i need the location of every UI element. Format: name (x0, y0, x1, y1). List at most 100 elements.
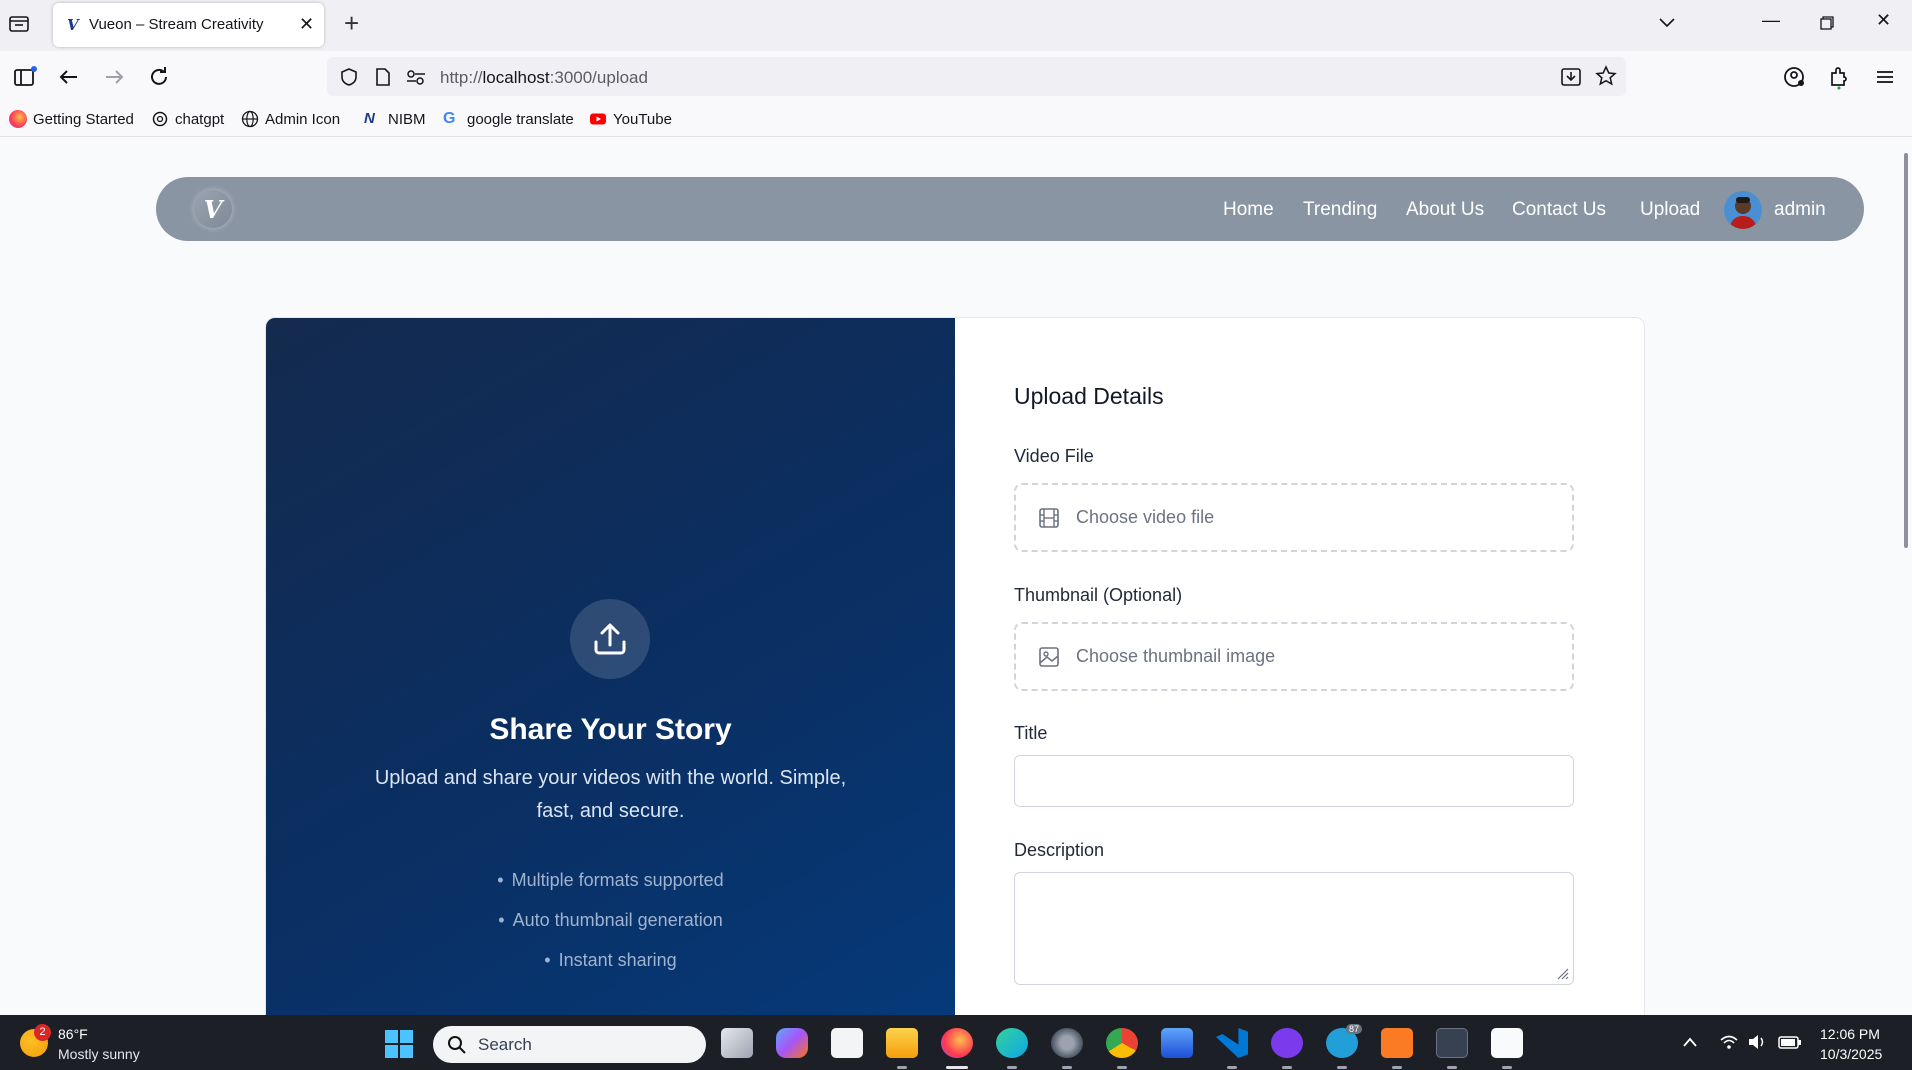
url-path: :3000/upload (549, 68, 648, 87)
weather-temperature[interactable]: 86°F (58, 1026, 88, 1042)
resize-handle-icon[interactable] (1555, 966, 1569, 980)
telegram-badge: 87 (1346, 1024, 1363, 1034)
weather-description[interactable]: Mostly sunny (58, 1046, 140, 1062)
bookmark-label: YouTube (613, 110, 672, 128)
chevron-up-icon[interactable] (1682, 1036, 1698, 1048)
back-arrow-icon[interactable] (56, 64, 82, 90)
running-indicator (1502, 1066, 1512, 1069)
bookmark-google-translate[interactable]: G google translate (443, 110, 574, 128)
description-textarea[interactable] (1014, 872, 1574, 985)
edge-icon[interactable] (996, 1028, 1028, 1058)
firefox-taskbar-icon[interactable] (941, 1028, 973, 1058)
browser-tab-active[interactable]: V Vueon – Stream Creativity ✕ (53, 3, 324, 47)
running-indicator (1282, 1066, 1292, 1069)
tab-list-icon[interactable] (8, 13, 30, 35)
minimize-icon[interactable]: — (1762, 10, 1780, 31)
bookmark-getting-started[interactable]: Getting Started (9, 110, 134, 128)
restore-icon[interactable] (1820, 16, 1834, 30)
running-indicator (1447, 1066, 1457, 1069)
close-window-icon[interactable]: ✕ (1876, 10, 1891, 31)
task-view-icon[interactable] (721, 1028, 753, 1058)
settings-gear-icon[interactable] (1051, 1028, 1083, 1058)
google-icon: G (443, 110, 456, 127)
chevron-down-icon[interactable] (1657, 13, 1677, 33)
windows-start-icon[interactable] (384, 1029, 414, 1059)
youtube-icon (590, 113, 606, 125)
xampp-icon[interactable] (1381, 1028, 1413, 1058)
photos-icon[interactable] (1161, 1028, 1193, 1058)
nav-link-about-us[interactable]: About Us (1406, 199, 1484, 221)
wifi-icon[interactable] (1719, 1033, 1739, 1051)
browser-nav-bar: http://localhost:3000/upload (0, 51, 1912, 102)
shield-icon[interactable] (339, 67, 359, 87)
thumbnail-placeholder: Choose thumbnail image (1076, 646, 1276, 666)
bookmark-chatgpt[interactable]: chatgpt (151, 110, 224, 128)
thumbnail-label: Thumbnail (Optional) (1014, 585, 1183, 605)
bookmark-star-icon[interactable] (1595, 65, 1617, 87)
terminal-icon[interactable] (1436, 1028, 1468, 1058)
clock-date[interactable]: 10/3/2025 (1820, 1046, 1882, 1062)
page-scrollbar[interactable] (1904, 153, 1908, 548)
bookmarks-bar: Getting Started chatgpt Admin Icon N NIB… (0, 102, 1912, 137)
chatgpt-icon (152, 111, 168, 127)
extensions-icon[interactable] (1826, 64, 1852, 90)
bookmark-label: chatgpt (175, 110, 225, 128)
permissions-icon[interactable] (405, 67, 427, 87)
bookmark-label: Getting Started (33, 110, 134, 128)
page-icon[interactable] (374, 67, 392, 87)
github-desktop-icon[interactable] (1271, 1028, 1303, 1058)
bookmark-youtube[interactable]: YouTube (589, 110, 672, 128)
reload-icon[interactable] (146, 64, 172, 90)
taskbar-search-placeholder: Search (478, 1035, 532, 1054)
account-icon[interactable] (1781, 64, 1807, 90)
user-avatar-icon (1729, 197, 1757, 229)
vscode-icon[interactable] (1216, 1028, 1248, 1058)
search-icon (448, 1036, 466, 1054)
running-indicator (1392, 1066, 1402, 1069)
thumbnail-file-picker[interactable]: Choose thumbnail image (1014, 622, 1574, 691)
snipping-tool-icon[interactable] (1491, 1028, 1523, 1058)
forward-arrow-icon[interactable] (101, 64, 127, 90)
bookmark-label: Admin Icon (265, 110, 341, 128)
new-tab-icon[interactable]: + (344, 8, 359, 39)
nav-link-upload[interactable]: Upload (1640, 199, 1700, 221)
url-host: localhost (482, 68, 550, 87)
nav-user-name[interactable]: admin (1774, 199, 1826, 221)
bookmark-nibm[interactable]: N NIBM (364, 110, 426, 128)
url-text[interactable]: http://localhost:3000/upload (440, 68, 648, 88)
nav-link-contact-us[interactable]: Contact Us (1512, 199, 1606, 221)
microsoft-store-icon[interactable] (831, 1028, 863, 1058)
video-file-picker[interactable]: Choose video file (1014, 483, 1574, 552)
weather-badge: 2 (34, 1024, 51, 1041)
menu-hamburger-icon[interactable] (1872, 64, 1898, 90)
video-file-label: Video File (1014, 446, 1094, 466)
running-indicator (1337, 1066, 1347, 1069)
battery-icon[interactable] (1778, 1034, 1802, 1050)
volume-icon[interactable] (1747, 1033, 1767, 1051)
vueon-favicon-icon: V (67, 16, 79, 34)
title-input[interactable] (1014, 755, 1574, 807)
copilot-icon[interactable] (776, 1028, 808, 1058)
bookmark-label: google translate (467, 110, 574, 128)
upload-form: Upload Details Video File Choose video f… (1014, 318, 1574, 1015)
bookmark-admin-icon[interactable]: Admin Icon (241, 110, 340, 128)
running-indicator (946, 1066, 968, 1069)
promo-panel: Share Your Story Upload and share your v… (266, 318, 955, 1015)
taskbar-search-input[interactable]: Search (433, 1026, 706, 1063)
vueon-logo[interactable]: V (194, 190, 232, 228)
tab-title: Vueon – Stream Creativity (89, 16, 264, 33)
sidebar-toggle-icon[interactable] (12, 64, 38, 90)
close-tab-icon[interactable]: ✕ (299, 14, 314, 35)
video-file-placeholder: Choose video file (1076, 507, 1215, 527)
running-indicator (897, 1066, 907, 1069)
chrome-icon[interactable] (1106, 1028, 1138, 1058)
address-bar[interactable]: http://localhost:3000/upload (327, 57, 1626, 96)
nav-link-home[interactable]: Home (1223, 199, 1274, 221)
clock-time[interactable]: 12:06 PM (1820, 1026, 1880, 1042)
avatar[interactable] (1724, 191, 1762, 229)
nav-link-trending[interactable]: Trending (1303, 199, 1377, 221)
download-page-icon[interactable] (1560, 66, 1582, 88)
promo-title: Share Your Story (489, 713, 732, 746)
running-indicator (1062, 1066, 1072, 1069)
file-explorer-icon[interactable] (886, 1028, 918, 1058)
